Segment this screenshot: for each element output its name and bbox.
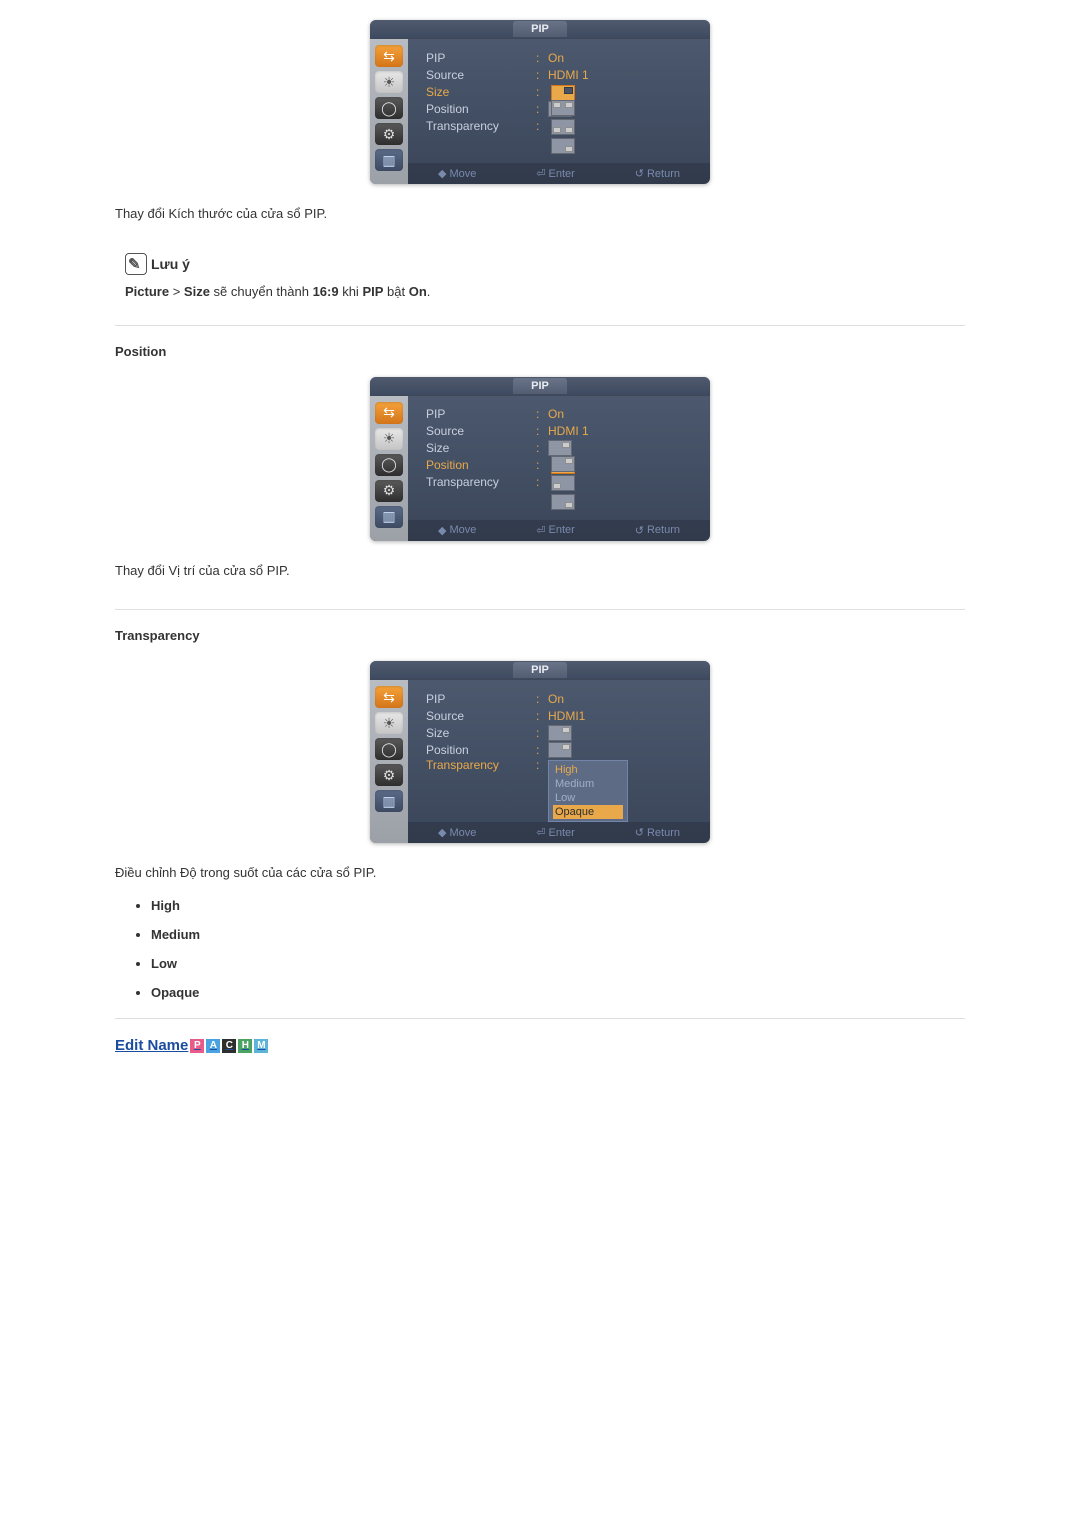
val-hdmi: HDMI 1 [548,424,589,438]
input-icon: ⇆ [375,402,403,424]
enter-icon: ⏎ [536,826,545,839]
osd-titlebar: PIP [370,20,710,39]
footer-move: Move [449,524,476,536]
list-item: Low [151,956,965,971]
note-block: Lưu ý Picture > Size sẽ chuyển thành 16:… [125,253,965,303]
multi-icon: ▥ [375,149,403,171]
menu-pip: PIP [426,51,536,65]
position-desc: Thay đổi Vị trí của cửa sổ PIP. [115,561,965,582]
val-hdmi: HDMI1 [548,709,585,723]
return-icon: ↺ [635,826,644,839]
footer-enter: Enter [549,168,575,180]
osd-footer: ◆Move ⏎ Enter ↺Return [408,163,710,184]
menu-size: Size [426,726,536,740]
opt-opaque: Opaque [553,805,623,819]
opt-medium: Medium [553,777,623,791]
footer-return: Return [647,827,680,839]
input-icon: ⇆ [375,45,403,67]
setup-icon: ⚙ [375,480,403,502]
multi-icon: ▥ [375,506,403,528]
separator [115,325,965,326]
footer-return: Return [647,168,680,180]
osd-title: PIP [513,662,567,678]
footer-enter: Enter [549,827,575,839]
list-item: High [151,898,965,913]
osd-transparency-panel: PIP ⇆ ☀ ◯ ⚙ ▥ PIP:On Source:HDMI1 Size: … [370,661,710,843]
return-icon: ↺ [635,167,644,180]
move-icon: ◆ [438,524,446,537]
input-icon: ⇆ [375,686,403,708]
osd-sidebar: ⇆ ☀ ◯ ⚙ ▥ [370,39,408,184]
badge-p: P [190,1039,204,1053]
menu-source: Source [426,709,536,723]
transparency-heading: Transparency [115,628,965,643]
sound-icon: ◯ [375,454,403,476]
footer-move: Move [449,168,476,180]
osd-title: PIP [513,21,567,37]
badge-a: A [206,1039,220,1053]
footer-return: Return [647,524,680,536]
menu-transparency: Transparency [426,119,536,133]
transparency-desc: Điều chỉnh Độ trong suốt của các cửa sổ … [115,863,965,884]
enter-icon: ⏎ [536,524,545,537]
badge-h: H [238,1039,252,1053]
val-hdmi: HDMI 1 [548,68,589,82]
menu-source: Source [426,424,536,438]
list-item: Opaque [151,985,965,1000]
menu-source: Source [426,68,536,82]
menu-position: Position [426,743,536,757]
val-on: On [548,407,564,421]
val-on: On [548,51,564,65]
menu-size: Size [426,441,536,455]
val-on: On [548,692,564,706]
osd-title: PIP [513,378,567,394]
badge-c: C [222,1039,236,1053]
sound-icon: ◯ [375,738,403,760]
menu-transparency: Transparency [426,758,536,772]
setup-icon: ⚙ [375,123,403,145]
edit-name-link[interactable]: Edit Name P A C H M [115,1037,268,1054]
picture-icon: ☀ [375,71,403,93]
transparency-list: High Medium Low Opaque [115,898,965,1000]
multi-icon: ▥ [375,790,403,812]
list-item: Medium [151,927,965,942]
separator [115,609,965,610]
menu-pip: PIP [426,692,536,706]
footer-move: Move [449,827,476,839]
sound-icon: ◯ [375,97,403,119]
menu-position: Position [426,458,536,472]
menu-position: Position [426,102,536,116]
picture-icon: ☀ [375,428,403,450]
setup-icon: ⚙ [375,764,403,786]
picture-icon: ☀ [375,712,403,734]
size-options [551,85,575,101]
osd-size-panel: PIP ⇆ ☀ ◯ ⚙ ▥ PIP:On Source:HDMI 1 Size: [370,20,710,184]
osd-position-panel: PIP ⇆ ☀ ◯ ⚙ ▥ PIP:On Source:HDMI 1 Size:… [370,377,710,541]
menu-size: Size [426,85,536,99]
note-body: Picture > Size sẽ chuyển thành 16:9 khi … [125,282,965,303]
opt-high: High [553,763,623,777]
opt-low: Low [553,791,623,805]
enter-icon: ⏎ [536,167,545,180]
footer-enter: Enter [549,524,575,536]
position-heading: Position [115,344,965,359]
note-icon [125,253,147,275]
menu-transparency: Transparency [426,475,536,489]
size-desc: Thay đổi Kích thước của cửa sổ PIP. [115,204,965,225]
badge-m: M [254,1039,268,1053]
move-icon: ◆ [438,167,446,180]
menu-pip: PIP [426,407,536,421]
move-icon: ◆ [438,826,446,839]
edit-name-text: Edit Name [115,1037,188,1054]
return-icon: ↺ [635,524,644,537]
transparency-options: High Medium Low Opaque [548,760,628,822]
note-title: Lưu ý [151,253,190,275]
separator [115,1018,965,1019]
